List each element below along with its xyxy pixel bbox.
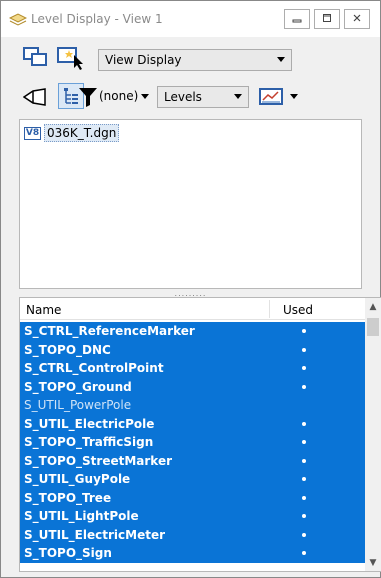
used-indicator-icon	[302, 477, 306, 481]
level-name: S_UTIL_LightPole	[24, 509, 139, 523]
level-row[interactable]: S_CTRL_ControlPoint	[20, 359, 365, 378]
chevron-down-icon	[234, 94, 242, 99]
used-indicator-icon	[302, 329, 306, 333]
file-name: 036K_T.dgn	[44, 124, 120, 142]
used-indicator-icon	[302, 384, 306, 389]
minimize-icon	[292, 12, 302, 26]
display-settings-icon[interactable]	[259, 87, 285, 107]
v8-file-icon: V8	[24, 126, 41, 140]
list-header: Name Used	[20, 298, 365, 320]
select-view-icon[interactable]	[57, 46, 85, 70]
used-indicator-icon	[302, 440, 306, 444]
level-name: S_UTIL_PowerPole	[24, 398, 132, 412]
used-indicator-icon	[302, 366, 306, 370]
maximize-icon	[322, 12, 332, 26]
close-icon	[352, 12, 362, 26]
window-title: Level Display - View 1	[31, 12, 163, 26]
level-name: S_TOPO_DNC	[24, 342, 111, 357]
level-row[interactable]: S_TOPO_StreetMarker	[20, 451, 365, 470]
panel-splitter[interactable]: .........	[19, 289, 362, 297]
used-indicator-icon	[302, 514, 306, 518]
level-row[interactable]: S_UTIL_GuyPole	[20, 470, 365, 489]
view-display-value: View Display	[105, 53, 182, 67]
column-header-name[interactable]: Name	[26, 303, 61, 317]
level-name: S_UTIL_GuyPole	[24, 472, 131, 486]
used-indicator-icon	[302, 532, 306, 537]
level-rows: S_CTRL_ReferenceMarker S_TOPO_DNC S_CTRL_C…	[20, 322, 365, 563]
scroll-down-icon[interactable]: ▼	[365, 554, 381, 571]
view-display-dropdown[interactable]: View Display	[98, 49, 292, 71]
used-indicator-icon	[302, 458, 306, 463]
tree-item-file[interactable]: V8 036K_T.dgn	[24, 124, 120, 142]
close-button[interactable]	[344, 9, 370, 29]
file-tree[interactable]: V8 036K_T.dgn	[19, 119, 362, 289]
level-row[interactable]: S_UTIL_ElectricPole	[20, 414, 365, 433]
level-name: S_UTIL_ElectricMeter	[24, 527, 165, 542]
used-indicator-icon	[302, 421, 306, 426]
level-display-icon	[8, 13, 28, 27]
level-name: S_UTIL_ElectricPole	[24, 416, 155, 431]
level-name: S_CTRL_ControlPoint	[24, 361, 164, 375]
maximize-button[interactable]	[314, 9, 340, 29]
scroll-thumb[interactable]	[367, 318, 379, 336]
level-row[interactable]: S_UTIL_PowerPole	[20, 396, 365, 415]
used-indicator-icon	[302, 551, 306, 555]
level-row[interactable]: S_UTIL_LightPole	[20, 507, 365, 526]
column-header-used[interactable]: Used	[283, 303, 313, 317]
levels-value: Levels	[164, 90, 202, 104]
level-row[interactable]: S_TOPO_Sign	[20, 544, 365, 563]
used-indicator-icon	[302, 495, 306, 500]
level-display-window: Level Display - View 1 View Display (non…	[0, 0, 381, 578]
used-indicator-icon	[302, 347, 306, 352]
level-name: S_TOPO_Tree	[24, 490, 112, 505]
level-list: Name Used S_CTRL_ReferenceMarker S_TOPO_D…	[19, 297, 381, 572]
level-toolbar: (none) Levels	[1, 77, 380, 117]
title-bar[interactable]: Level Display - View 1	[1, 1, 380, 37]
level-name: S_TOPO_Sign	[24, 546, 112, 560]
vertical-scrollbar[interactable]: ▲ ▼	[365, 298, 381, 571]
column-divider[interactable]	[269, 300, 270, 318]
level-row[interactable]: S_CTRL_ReferenceMarker	[20, 322, 365, 341]
filter-value[interactable]: (none)	[99, 89, 138, 103]
level-name: S_TOPO_Ground	[24, 379, 132, 394]
level-name: S_CTRL_ReferenceMarker	[24, 324, 195, 338]
chevron-down-icon	[277, 57, 285, 62]
level-row[interactable]: S_TOPO_TrafficSign	[20, 433, 365, 452]
level-row[interactable]: S_TOPO_DNC	[20, 340, 365, 359]
levels-dropdown[interactable]: Levels	[157, 86, 249, 108]
minimize-button[interactable]	[284, 9, 310, 29]
level-row[interactable]: S_TOPO_Tree	[20, 488, 365, 507]
filter-icon[interactable]	[77, 85, 99, 109]
level-symbology-icon[interactable]	[23, 87, 47, 107]
scroll-up-icon[interactable]: ▲	[365, 298, 381, 315]
display-settings-chevron-down-icon[interactable]	[290, 94, 298, 99]
level-name: S_TOPO_TrafficSign	[24, 435, 154, 449]
filter-chevron-down-icon[interactable]	[141, 94, 149, 99]
level-name: S_TOPO_StreetMarker	[24, 453, 173, 468]
level-row[interactable]: S_UTIL_ElectricMeter	[20, 525, 365, 544]
level-row[interactable]: S_TOPO_Ground	[20, 377, 365, 396]
view-toolbar: View Display	[1, 37, 380, 77]
multiple-views-icon[interactable]	[23, 46, 49, 68]
